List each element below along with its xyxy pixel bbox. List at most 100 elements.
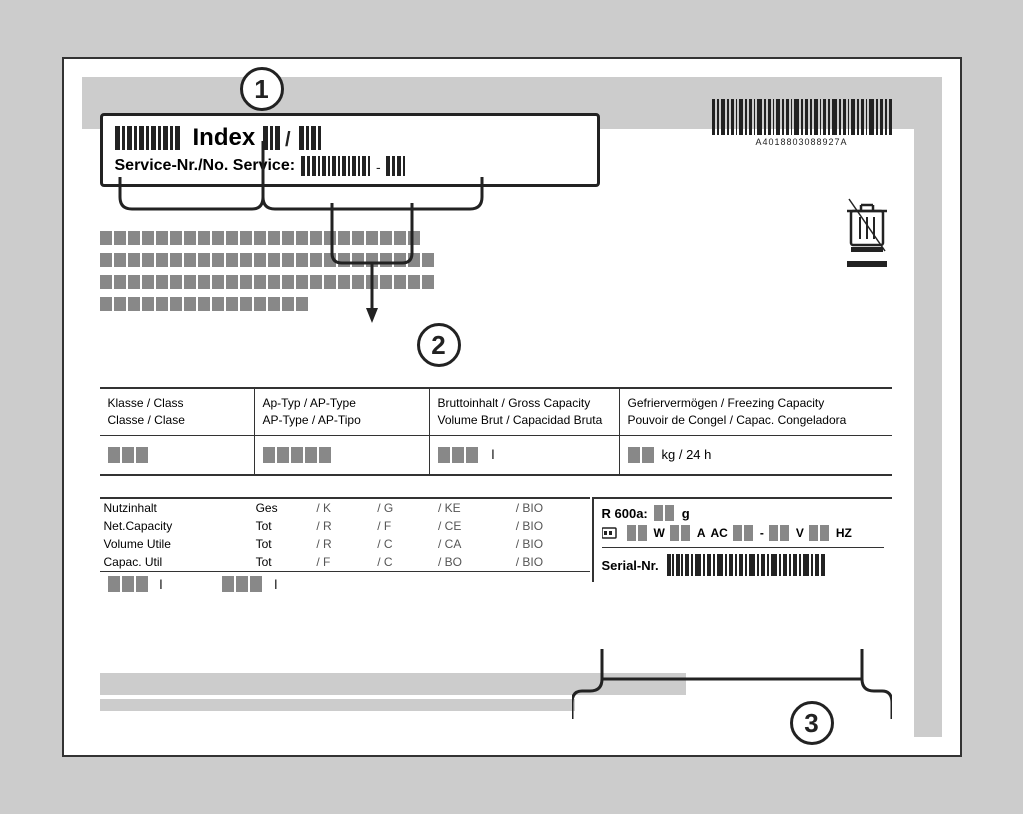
net-ce: / CE	[434, 517, 512, 535]
amp-block	[670, 525, 692, 541]
freezing-data-block	[628, 447, 658, 463]
index-label: Index	[193, 124, 256, 152]
service-label: Service-Nr./No. Service:	[115, 157, 296, 175]
net-label-1: Nutzinhalt	[100, 499, 252, 517]
circle-3: 3	[790, 701, 834, 745]
stripe-row-2	[100, 253, 480, 267]
info-row1: Index /	[115, 124, 585, 152]
grosscap-data-block	[438, 447, 488, 463]
table-data-row: l kg / 24 h	[100, 436, 892, 474]
r600-data-block	[654, 505, 676, 521]
aptype-data-block	[263, 447, 343, 463]
net-bo: / BO	[434, 553, 512, 571]
barcode-top: A4018803088927A	[712, 99, 892, 147]
net-bio2: / BIO	[512, 517, 590, 535]
net-tot3: Tot	[252, 553, 313, 571]
volt-block2	[769, 525, 791, 541]
net-k: / K	[312, 499, 373, 517]
a-label: A	[697, 526, 706, 540]
measure-block-1	[108, 576, 150, 592]
net-row-3: Volume Utile Tot / R / C / CA / BIO	[100, 535, 590, 553]
weee-symbol	[842, 197, 892, 267]
cell-class	[100, 436, 255, 474]
hz-label: HZ	[836, 526, 852, 540]
info-row2: Service-Nr./No. Service:	[115, 156, 585, 176]
net-label-4: Capac. Util	[100, 553, 252, 571]
weee-bar	[847, 261, 887, 267]
serial-row: Serial-Nr.	[602, 547, 884, 576]
net-label-2: Net.Capacity	[100, 517, 252, 535]
net-c2: / C	[373, 553, 434, 571]
info-box: Index / Service-Nr./No. Service:	[100, 113, 600, 187]
dash-label: -	[760, 526, 764, 540]
net-c1: / C	[373, 535, 434, 553]
small-barcode-left	[115, 126, 185, 150]
net-row-4: Capac. Util Tot / F / C / BO / BIO	[100, 553, 590, 571]
bottom-bar-2	[100, 699, 575, 711]
freezing-unit: kg / 24 h	[662, 447, 712, 462]
net-row-2: Net.Capacity Tot / R / F / CE / BIO	[100, 517, 590, 535]
v-label: V	[796, 526, 804, 540]
r600-unit: g	[682, 506, 690, 521]
circle-2: 2	[417, 323, 461, 367]
net-label-3: Volume Utile	[100, 535, 252, 553]
net-ke: / KE	[434, 499, 512, 517]
net-g: / G	[373, 499, 434, 517]
col-aptype-header: Ap-Typ / AP-Type AP-Type / AP-Tipo	[255, 389, 430, 435]
circle-1: 1	[240, 67, 284, 111]
net-tot2: Tot	[252, 535, 313, 553]
cell-grosscap: l	[430, 436, 620, 474]
stripe-row-3	[100, 275, 480, 289]
net-f1: / F	[373, 517, 434, 535]
cell-aptype	[255, 436, 430, 474]
content-area: 1	[82, 77, 942, 737]
serial-label: Serial-Nr.	[602, 558, 659, 573]
label-frame: 1	[62, 57, 962, 757]
net-f2: / F	[312, 553, 373, 571]
small-barcode-right: /	[263, 126, 343, 150]
col-grosscap-header: Bruttoinhalt / Gross Capacity Volume Bru…	[430, 389, 620, 435]
elec-row: W A AC - V	[602, 525, 884, 541]
bottom-section	[100, 673, 892, 719]
right-panel: R 600a: g W	[592, 497, 892, 582]
r600-row: R 600a: g	[602, 505, 884, 521]
net-r2: / R	[312, 535, 373, 553]
r600-label: R 600a:	[602, 506, 648, 521]
serial-barcode	[667, 554, 827, 576]
stripe-row-1	[100, 231, 460, 245]
net-r1: / R	[312, 517, 373, 535]
svg-text:-: -	[376, 159, 381, 175]
hz-block	[809, 525, 831, 541]
col-freezing-header: Gefriervermögen / Freezing Capacity Pouv…	[620, 389, 892, 435]
gross-unit: l	[492, 447, 495, 462]
class-data-block	[108, 447, 168, 463]
net-bio4: / BIO	[512, 553, 590, 571]
net-bio3: / BIO	[512, 535, 590, 553]
stripe-row-4	[100, 297, 360, 311]
table-section: Klasse / Class Classe / Clase Ap-Typ / A…	[100, 387, 892, 476]
table-header: Klasse / Class Classe / Clase Ap-Typ / A…	[100, 389, 892, 436]
net-capacity-table: Nutzinhalt Ges / K / G / KE / BIO Net.Ca…	[100, 497, 590, 596]
service-barcode: -	[301, 156, 461, 176]
net-bio1: / BIO	[512, 499, 590, 517]
net-row-1: Nutzinhalt Ges / K / G / KE / BIO	[100, 499, 590, 517]
volt-block1	[733, 525, 755, 541]
cell-freezing: kg / 24 h	[620, 436, 892, 474]
barcode-lines	[712, 99, 892, 135]
measure-row: l l	[100, 571, 590, 596]
net-tot1: Tot	[252, 517, 313, 535]
ac-label: AC	[711, 526, 728, 540]
measure-unit-1: l	[160, 577, 163, 592]
net-ca: / CA	[434, 535, 512, 553]
power-icon	[602, 525, 622, 541]
net-ges: Ges	[252, 499, 313, 517]
svg-text:/: /	[285, 129, 291, 150]
col-class-header: Klasse / Class Classe / Clase	[100, 389, 255, 435]
measure-block-2	[222, 576, 264, 592]
watt-block	[627, 525, 649, 541]
barcode-number: A4018803088927A	[712, 137, 892, 147]
measure-unit-2: l	[274, 577, 277, 592]
bottom-bar-1	[100, 673, 686, 695]
w-label: W	[654, 526, 665, 540]
weee-icon	[843, 197, 891, 253]
